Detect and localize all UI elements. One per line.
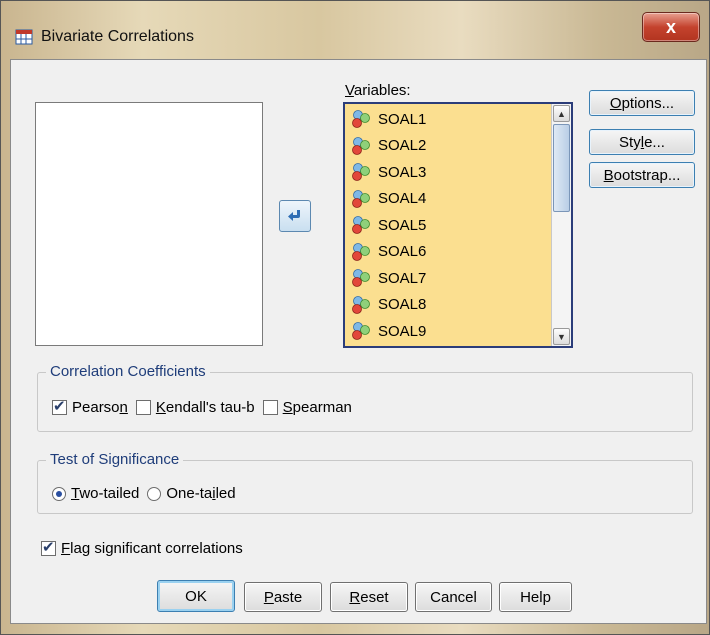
variable-name: SOAL9 — [378, 322, 427, 340]
scale-variable-icon — [352, 136, 370, 155]
scroll-thumb[interactable] — [553, 124, 570, 212]
variable-item[interactable]: SOAL8 — [345, 292, 541, 319]
variable-item[interactable]: SOAL9 — [345, 318, 541, 345]
flag-significant-checkbox[interactable] — [41, 538, 56, 556]
scale-variable-icon — [352, 163, 370, 182]
variable-item[interactable]: SOAL6 — [345, 239, 541, 266]
variables-scrollbar[interactable]: ▲ ▼ — [551, 104, 571, 346]
flag-significant-option[interactable]: Flag significant correlations — [41, 538, 243, 557]
scroll-down-button[interactable]: ▼ — [553, 328, 570, 345]
variable-name: SOAL1 — [378, 110, 427, 128]
close-button[interactable]: x — [642, 12, 700, 42]
variable-item[interactable]: SOAL4 — [345, 186, 541, 213]
help-button-label: Help — [520, 588, 551, 606]
paste-button[interactable]: Paste — [244, 582, 322, 612]
spearman-label: Spearman — [282, 399, 352, 416]
variable-name: SOAL5 — [378, 216, 427, 234]
spss-dialog-icon — [15, 29, 33, 45]
variable-item[interactable]: SOAL5 — [345, 212, 541, 239]
scale-variable-icon — [352, 110, 370, 129]
ok-button[interactable]: OK — [157, 580, 235, 612]
scale-variable-icon — [352, 269, 370, 288]
scale-variable-icon — [352, 322, 370, 341]
variable-item[interactable]: SOAL3 — [345, 159, 541, 186]
variables-list[interactable]: SOAL1 SOAL2 SOAL3 SOAL4 SOAL5 SOAL6 SOAL7 SOAL8… — [343, 102, 573, 348]
source-variable-list[interactable] — [35, 102, 263, 346]
variables-label-text: ariables: — [353, 82, 411, 99]
ok-button-label: OK — [185, 587, 207, 605]
variable-item[interactable]: SOAL1 — [345, 106, 541, 133]
variable-item[interactable]: SOAL7 — [345, 265, 541, 292]
flag-significant-label: Flag significant correlations — [61, 540, 243, 557]
two-tailed-radio[interactable] — [52, 486, 66, 501]
scale-variable-icon — [352, 216, 370, 235]
variable-name: SOAL7 — [378, 269, 427, 287]
test-of-significance-group: Test of Significance Two-tailed One-tail… — [37, 451, 693, 514]
variable-name: SOAL8 — [378, 296, 427, 314]
variables-accel: V — [345, 82, 354, 99]
pearson-option[interactable]: Pearson Kendall's tau-b Spearman — [52, 397, 352, 416]
correlation-coefficients-group: Correlation Coefficients Pearson Kendall… — [37, 363, 693, 432]
cancel-button[interactable]: Cancel — [415, 582, 492, 612]
close-icon: x — [665, 16, 676, 37]
variable-name: SOAL3 — [378, 163, 427, 181]
style-button[interactable]: Style... — [589, 129, 695, 155]
scale-variable-icon — [352, 189, 370, 208]
bootstrap-button-label: Bootstrap... — [603, 166, 681, 184]
dialog-title: Bivariate Correlations — [41, 28, 194, 45]
reset-button-label: Reset — [349, 588, 389, 606]
tail-options: Two-tailed One-tailed — [52, 485, 236, 502]
options-button[interactable]: Options... — [589, 90, 695, 116]
variables-label: Variables: — [345, 82, 411, 99]
paste-button-label: Paste — [263, 588, 303, 606]
kendall-label: Kendall's tau-b — [155, 399, 255, 416]
kendall-checkbox[interactable] — [135, 400, 151, 415]
variable-name: SOAL6 — [378, 243, 427, 261]
scroll-up-button[interactable]: ▲ — [553, 105, 570, 122]
pearson-checkbox[interactable] — [52, 397, 67, 415]
one-tailed-label: One-tailed — [166, 485, 236, 502]
style-button-label: Style... — [619, 133, 665, 151]
reset-button[interactable]: Reset — [330, 582, 408, 612]
scale-variable-icon — [352, 295, 370, 314]
pearson-label: Pearson — [72, 399, 128, 416]
dialog-body: Variables: SOAL1 SOAL2 SOAL3 SOAL4 SOAL5 SOAL… — [10, 59, 707, 624]
bootstrap-button[interactable]: Bootstrap... — [589, 162, 695, 188]
title-bar[interactable]: Bivariate Correlations x — [1, 1, 709, 59]
variable-item[interactable]: SOAL2 — [345, 133, 541, 160]
arrow-left-icon — [288, 210, 300, 221]
variable-name: SOAL2 — [378, 137, 427, 155]
scale-variable-icon — [352, 242, 370, 261]
two-tailed-label: Two-tailed — [71, 485, 140, 502]
variable-name: SOAL4 — [378, 190, 427, 208]
bivariate-correlations-dialog: Bivariate Correlations x Variables: SOAL… — [0, 0, 710, 635]
move-variable-button[interactable] — [279, 200, 311, 232]
correlation-coefficients-legend: Correlation Coefficients — [46, 363, 210, 380]
test-of-significance-legend: Test of Significance — [46, 451, 184, 468]
variables-items: SOAL1 SOAL2 SOAL3 SOAL4 SOAL5 SOAL6 SOAL7 SOAL8… — [345, 106, 541, 345]
cancel-button-label: Cancel — [430, 588, 477, 606]
spearman-checkbox[interactable] — [262, 400, 278, 415]
help-button[interactable]: Help — [499, 582, 572, 612]
one-tailed-radio[interactable] — [147, 486, 162, 501]
options-button-label: Options... — [609, 94, 675, 112]
